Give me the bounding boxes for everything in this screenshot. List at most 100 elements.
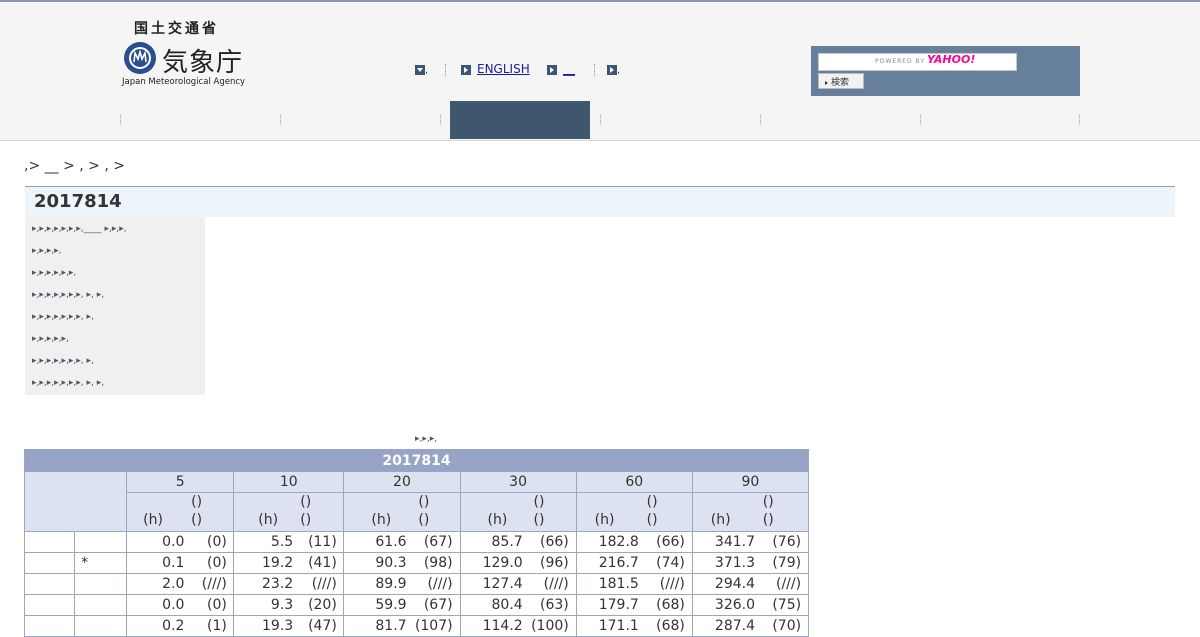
value-cell: 23.2 (///) — [233, 573, 345, 595]
subheader-rank: () — [191, 512, 203, 528]
rank-value: (79) — [772, 555, 802, 571]
site-search: POWERED BY YAHOO! 検索 — [811, 46, 1080, 96]
rainfall-value: 0.0 — [162, 597, 185, 613]
rainfall-value: 114.2 — [482, 618, 523, 634]
related-link-row[interactable]: ▸,▸,▸,▸,▸,▸,▸, ▸, ▸, — [32, 290, 104, 300]
related-link-row[interactable]: ▸,▸,▸,▸,▸,▸,▸,____ ▸,▸,▸, — [32, 224, 127, 234]
nav-item-7[interactable] — [1079, 101, 1200, 139]
related-link-row[interactable]: ▸,▸,▸,▸,▸,▸,▸, ▸, — [32, 356, 94, 366]
value-cell: 341.7 (76) — [691, 531, 810, 553]
arrow-right-icon — [607, 64, 617, 75]
rainfall-value: 80.4 — [491, 597, 523, 613]
related-link-row[interactable]: ▸,▸,▸,▸, — [32, 246, 62, 256]
duration-subheader: () (h) () — [126, 492, 235, 532]
table-row: 2.0 (///) 23.2 (///) 89.9 (///) 127.4 (///) 181.… — [23, 573, 810, 595]
duration-subheader: () (h) () — [343, 492, 461, 532]
subheader-hours: (h) — [143, 512, 163, 528]
rank-value: (41) — [308, 555, 337, 571]
rainfall-value: 5.5 — [270, 534, 294, 550]
rank-value: (47) — [308, 618, 337, 634]
rank-value: (68) — [656, 597, 685, 613]
rank-value: (1) — [207, 618, 227, 634]
value-cell: 19.2 (41) — [233, 552, 345, 574]
nav-item-2[interactable] — [280, 101, 440, 139]
rainfall-table: 2017814 5 10 20 30 60 90 () (h)()() (h)()() (h)(… — [23, 449, 810, 637]
rainfall-value: 23.2 — [262, 576, 294, 592]
jma-emblem-icon — [124, 42, 156, 74]
arrow-right-icon — [461, 64, 471, 75]
subheader-rank: () — [533, 512, 545, 528]
rank-value: (///) — [201, 576, 227, 592]
mark-cell — [74, 531, 128, 553]
duration-subheader: () (h) () — [459, 492, 577, 532]
value-cell: 89.9 (///) — [343, 573, 461, 595]
mark-cell — [74, 573, 128, 595]
rank-value: (68) — [656, 618, 685, 634]
value-cell: 294.4 (///) — [691, 573, 810, 595]
rainfall-value: 0.2 — [162, 618, 185, 634]
header-link-4[interactable]: , — [607, 62, 620, 76]
jma-logo[interactable]: 国土交通省 気象庁 Japan Meteorological Agency — [122, 18, 252, 93]
related-link-row[interactable]: ▸,▸,▸,▸,▸,▸, — [32, 268, 76, 278]
rank-value: (20) — [308, 597, 337, 613]
rank-value: (66) — [539, 534, 569, 550]
search-input[interactable]: POWERED BY YAHOO! — [818, 53, 1017, 71]
table-row: 0.0 (0) 5.5 (11) 61.6 (67) 85.7 (66) 182.8 (66) 34… — [23, 531, 810, 553]
rainfall-value: 0.1 — [162, 555, 185, 571]
station-cell — [23, 594, 76, 616]
rainfall-value: 182.8 — [598, 534, 639, 550]
value-cell: 0.0 (0) — [126, 531, 235, 553]
value-cell: 85.7 (66) — [459, 531, 577, 553]
station-cell — [23, 615, 76, 637]
rainfall-value: 371.3 — [714, 555, 755, 571]
related-link-row[interactable]: ▸,▸,▸,▸,▸, — [32, 334, 69, 344]
rainfall-value: 287.4 — [714, 618, 755, 634]
rainfall-value: 326.0 — [714, 597, 755, 613]
station-cell — [23, 552, 76, 574]
rank-value: (100) — [531, 618, 569, 634]
rank-value: (///) — [427, 576, 453, 592]
header-link-1[interactable]: , — [415, 62, 428, 76]
subheader-hours: (h) — [594, 512, 615, 528]
page-title-bar: 2017814 — [25, 186, 1175, 217]
value-cell: 0.2 (1) — [126, 615, 235, 637]
rank-value: (74) — [656, 555, 685, 571]
table-corner-header — [23, 471, 128, 532]
subheader-rank: () — [646, 512, 658, 528]
breadcrumb[interactable]: ,> __ > , > , > — [24, 158, 125, 174]
header-link-english[interactable]: ENGLISH — [461, 62, 530, 76]
value-cell: 81.7 (107) — [343, 615, 461, 637]
rainfall-value: 19.3 — [262, 618, 294, 634]
nav-item-5[interactable] — [760, 101, 920, 139]
logo-english-name: Japan Meteorological Agency — [122, 77, 246, 87]
rainfall-value: 9.3 — [270, 597, 294, 613]
value-cell: 19.3 (47) — [233, 615, 345, 637]
nav-item-4[interactable] — [600, 101, 760, 139]
mark-cell — [74, 594, 128, 616]
value-cell: 0.0 (0) — [126, 594, 235, 616]
nav-item-6[interactable] — [920, 101, 1080, 139]
subheader-hours: (h) — [710, 512, 731, 528]
related-links-box: ▸,▸,▸,▸,▸,▸,▸,____ ▸,▸,▸, ▸,▸,▸,▸, ▸,▸,▸… — [25, 217, 205, 395]
rainfall-value: 129.0 — [482, 555, 523, 571]
table-note-links[interactable]: ▸,▸,▸, — [415, 434, 437, 444]
rainfall-value: 61.6 — [375, 534, 407, 550]
table-caption: 2017814 — [24, 449, 809, 472]
yahoo-logo: YAHOO! — [927, 53, 976, 66]
rainfall-value: 0.0 — [162, 534, 185, 550]
related-link-row[interactable]: ▸,▸,▸,▸,▸,▸,▸, ▸, — [32, 312, 94, 322]
value-cell: 2.0 (///) — [126, 573, 235, 595]
nav-item-active[interactable] — [450, 101, 590, 139]
rank-value: (98) — [423, 555, 453, 571]
duration-subheader: () (h) () — [691, 492, 810, 532]
station-cell — [23, 573, 76, 595]
rank-value: (67) — [423, 597, 453, 613]
related-link-row[interactable]: ▸,▸,▸,▸,▸,▸,▸, ▸, ▸, — [32, 378, 104, 388]
subheader-hours: (h) — [487, 512, 508, 528]
arrow-right-icon — [547, 64, 557, 75]
header-link-3[interactable]: __ — [547, 62, 575, 76]
nav-item-1[interactable] — [120, 101, 280, 139]
subheader-top: () — [418, 494, 430, 510]
search-button[interactable]: 検索 — [818, 73, 864, 89]
rainfall-value: 85.7 — [491, 534, 523, 550]
